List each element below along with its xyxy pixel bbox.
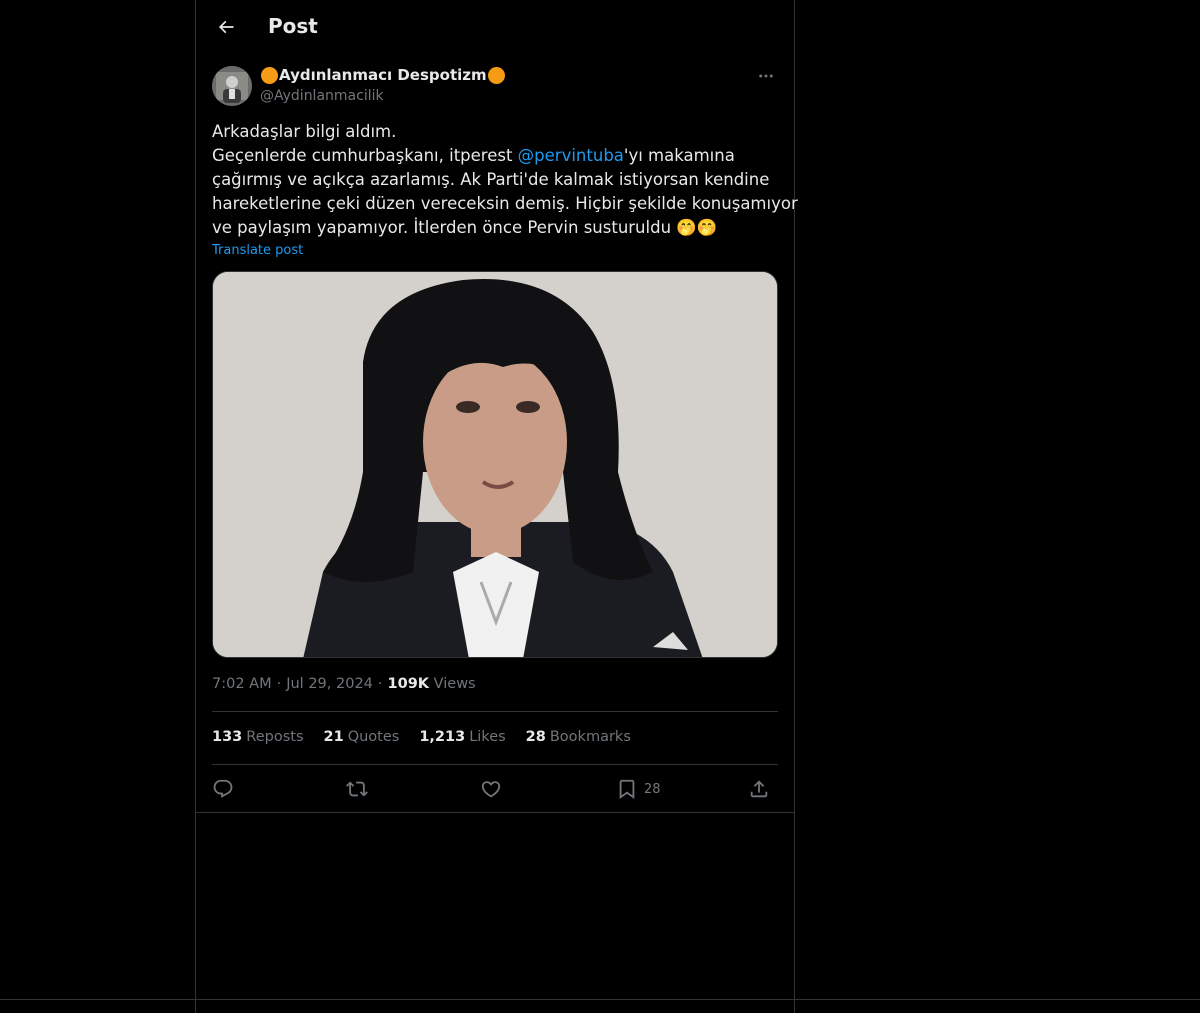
post-text: Arkadaşlar bilgi aldım. Geçenlerde cumhu…	[212, 120, 798, 240]
page-header: Post	[196, 0, 794, 53]
repost-button[interactable]	[346, 774, 368, 804]
bookmarks-count: 28	[525, 729, 546, 745]
post-image[interactable]	[212, 271, 778, 658]
orange-circle-icon	[487, 66, 505, 84]
avatar[interactable]	[212, 66, 252, 106]
author-display-name[interactable]: Aydınlanmacı Despotizm	[260, 66, 506, 84]
post-stats: 133 Reposts 21 Quotes 1,213 Likes 28 Bookmar…	[212, 729, 651, 745]
author-handle[interactable]: @Aydinlanmacilik	[260, 88, 384, 104]
post-date[interactable]: Jul 29, 2024	[286, 676, 373, 692]
post-text-segment: Geçenlerde cumhurbaşkanı, itperest	[212, 146, 518, 165]
likes-stat[interactable]: 1,213 Likes	[419, 729, 505, 745]
reply-button[interactable]	[212, 774, 234, 804]
quotes-label: Quotes	[347, 729, 400, 745]
reposts-label: Reposts	[246, 729, 304, 745]
post-author: Aydınlanmacı Despotizm @Aydinlanmacilik	[212, 64, 778, 108]
reposts-stat[interactable]: 133 Reposts	[212, 729, 304, 745]
post-bottom-border	[196, 812, 794, 813]
post-meta: 7:02 AM · Jul 29, 2024 · 109K Views	[212, 676, 476, 692]
divider	[212, 711, 778, 712]
post-text-line: Geçenlerde cumhurbaşkanı, itperest @perv…	[212, 144, 778, 168]
likes-label: Likes	[469, 729, 506, 745]
quotes-count: 21	[323, 729, 344, 745]
share-icon	[750, 780, 768, 798]
like-button[interactable]	[480, 774, 502, 804]
views-count: 109K	[387, 676, 430, 692]
repost-icon	[346, 781, 368, 797]
meta-separator: ·	[377, 676, 383, 692]
avatar-image	[212, 66, 252, 106]
photo-portrait	[213, 272, 777, 657]
bookmark-count: 28	[644, 781, 661, 797]
post-text-line: çağırmış ve açıkça azarlamış. Ak Parti'd…	[212, 170, 770, 189]
post-actions: 28	[212, 774, 778, 804]
divider	[212, 764, 778, 765]
heart-icon	[481, 781, 501, 798]
bookmarks-label: Bookmarks	[549, 729, 631, 745]
bookmarks-stat[interactable]: 28 Bookmarks	[526, 729, 631, 745]
quotes-stat[interactable]: 21 Quotes	[324, 729, 400, 745]
orange-circle-icon	[261, 66, 278, 84]
reply-icon	[213, 779, 233, 798]
post-text-line: ve paylaşım yapamıyor. İtlerden önce Per…	[212, 218, 718, 237]
page-bottom-rule	[0, 999, 1200, 1000]
post-text-line: Arkadaşlar bilgi aldım.	[212, 122, 397, 141]
arrow-left-icon	[218, 20, 234, 34]
more-options-button[interactable]	[754, 64, 778, 88]
views-label: Views	[433, 676, 476, 692]
author-name-text: Aydınlanmacı Despotizm	[279, 66, 487, 84]
post-text-line: hareketlerine çeki düzen vereceksin demi…	[212, 194, 798, 213]
back-button[interactable]	[208, 9, 244, 45]
bookmark-button[interactable]: 28	[616, 774, 661, 804]
likes-count: 1,213	[419, 729, 466, 745]
mention-link[interactable]: @pervintuba	[518, 146, 624, 165]
share-button[interactable]	[748, 774, 770, 804]
more-horizontal-icon	[759, 74, 773, 78]
bookmark-icon	[619, 779, 635, 800]
reposts-count: 133	[212, 729, 243, 745]
post-time[interactable]: 7:02 AM	[212, 676, 272, 692]
main-column: Post Aydınlanmacı Despotizm @Aydinlanmac…	[195, 0, 798, 1013]
post-text-segment: 'yı makamına	[623, 146, 735, 165]
translate-post-link[interactable]: Translate post	[212, 243, 303, 258]
meta-separator: ·	[276, 676, 282, 692]
page-title: Post	[268, 14, 318, 38]
